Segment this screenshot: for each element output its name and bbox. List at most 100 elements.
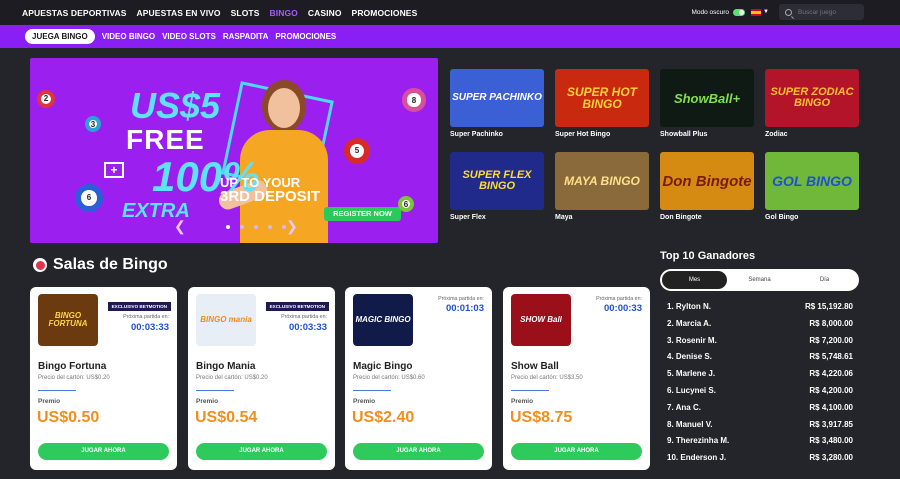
carousel-dot[interactable] — [226, 225, 230, 229]
search-box[interactable] — [779, 4, 864, 20]
winner-row: 9. Therezinha M. R$ 3,480.00 — [667, 436, 853, 453]
play-now-button[interactable]: JUGAR AHORA — [511, 443, 642, 460]
subnav-raspadita[interactable]: RASPADITA — [223, 32, 268, 41]
register-now-button[interactable]: REGISTER NOW — [324, 207, 401, 221]
nav-item-apuestas-deportivas[interactable]: APUESTAS DEPORTIVAS — [22, 8, 127, 18]
card-price: Precio del cartón: US$3.50 — [511, 375, 583, 381]
game-thumbnail[interactable]: SUPER FLEX BINGO — [450, 152, 544, 210]
prize-value: US$2.40 — [352, 409, 415, 426]
carousel-dot[interactable] — [268, 225, 272, 229]
bingo-ball-icon: 6 — [75, 184, 103, 212]
room-name: Show Ball — [511, 361, 559, 372]
room-image[interactable]: BINGO mania — [196, 294, 256, 346]
hero-banner[interactable]: US$5 FREE + 100% EXTRA UP TO YOUR 3RD DE… — [30, 58, 438, 243]
winner-row: 7. Ana C. R$ 4,100.00 — [667, 403, 853, 420]
tab-semana[interactable]: Semana — [727, 271, 792, 289]
game-thumbnail[interactable]: SUPER ZODIAC BINGO — [765, 69, 859, 127]
game-tile[interactable]: SUPER PACHINKO Super Pachinko — [450, 69, 544, 138]
next-game-label: Próxima partida en: — [123, 314, 169, 320]
game-thumbnail[interactable]: SUPER HOT BINGO — [555, 69, 649, 127]
room-name: Bingo Fortuna — [38, 361, 107, 372]
game-thumbnail[interactable]: GOL BINGO — [765, 152, 859, 210]
bingo-ball-icon: 5 — [344, 138, 370, 164]
sub-nav: JUEGA BINGO VIDEO BINGO VIDEO SLOTS RASP… — [0, 25, 900, 48]
carousel-dots — [226, 225, 296, 229]
nav-item-bingo[interactable]: BINGO — [270, 8, 298, 18]
winner-name: 5. Marlene J. — [667, 369, 716, 379]
game-tile[interactable]: SUPER FLEX BINGO Super Flex — [450, 152, 544, 221]
tab-dia[interactable]: Día — [792, 271, 857, 289]
nav-item-promociones[interactable]: PROMOCIONES — [352, 8, 418, 18]
next-game-label: Próxima partida en: — [281, 314, 327, 320]
dark-mode-toggle[interactable] — [733, 8, 746, 16]
play-now-button[interactable]: JUGAR AHORA — [38, 443, 169, 460]
room-card[interactable]: SHOW Ball Próxima partida en: 00:00:33 S… — [503, 287, 650, 470]
room-name: Bingo Mania — [196, 361, 256, 372]
search-input[interactable] — [798, 8, 858, 16]
subnav-promociones[interactable]: PROMOCIONES — [275, 32, 336, 41]
carousel-dot[interactable] — [240, 225, 244, 229]
game-tile[interactable]: GOL BINGO Gol Bingo — [765, 152, 859, 221]
spain-flag-icon[interactable] — [751, 8, 762, 16]
salas-title: Salas de Bingo — [53, 256, 168, 273]
carousel-dot[interactable] — [282, 225, 286, 229]
game-tile[interactable]: Don Bingote Don Bingote — [660, 152, 754, 221]
game-name: Gol Bingo — [765, 214, 799, 221]
game-name: Zodiac — [765, 131, 788, 138]
subnav-video-slots[interactable]: VIDEO SLOTS — [162, 32, 216, 41]
subnav-juega-bingo[interactable]: JUEGA BINGO — [25, 29, 95, 44]
winner-name: 10. Enderson J. — [667, 453, 727, 463]
game-name: Don Bingote — [660, 214, 702, 221]
tab-mes[interactable]: Mes — [662, 271, 727, 289]
game-thumbnail[interactable]: Don Bingote — [660, 152, 754, 210]
winner-row: 3. Rosenir M. R$ 7,200.00 — [667, 336, 853, 353]
top-nav: APUESTAS DEPORTIVAS APUESTAS EN VIVO SLO… — [0, 0, 900, 25]
winner-name: 9. Therezinha M. — [667, 436, 730, 446]
room-image[interactable]: BINGO FORTUNA — [38, 294, 98, 346]
nav-item-slots[interactable]: SLOTS — [231, 8, 260, 18]
winner-row: 1. Rylton N. R$ 15,192.80 — [667, 302, 853, 319]
salas-heading: Salas de Bingo — [33, 256, 168, 274]
play-now-button[interactable]: JUGAR AHORA — [353, 443, 484, 460]
winner-row: 4. Denise S. R$ 5,748.61 — [667, 352, 853, 369]
game-thumbnail[interactable]: MAYA BINGO — [555, 152, 649, 210]
play-now-button[interactable]: JUGAR AHORA — [196, 443, 327, 460]
room-card[interactable]: BINGO FORTUNA EXCLUSIVO BETMOTION Próxim… — [30, 287, 177, 470]
game-tile[interactable]: SUPER HOT BINGO Super Hot Bingo — [555, 69, 649, 138]
winner-name: 4. Denise S. — [667, 352, 712, 362]
carousel-dot[interactable] — [254, 225, 258, 229]
game-tile[interactable]: SUPER ZODIAC BINGO Zodiac — [765, 69, 859, 138]
game-tile[interactable]: MAYA BINGO Maya — [555, 152, 649, 221]
winner-name: 1. Rylton N. — [667, 302, 712, 311]
top-nav-right: Modo oscuro ▼ — [691, 4, 864, 20]
game-thumbnail[interactable]: SUPER PACHINKO — [450, 69, 544, 127]
dark-mode-label: Modo oscuro — [691, 8, 730, 16]
exclusive-badge: EXCLUSIVO BETMOTION — [107, 302, 171, 311]
room-card[interactable]: BINGO mania EXCLUSIVO BETMOTION Próxima … — [188, 287, 335, 470]
game-thumbnail[interactable]: ShowBall+ — [660, 69, 754, 127]
top10-title: Top 10 Ganadores — [660, 250, 756, 262]
room-image[interactable]: MAGIC BINGO — [353, 294, 413, 346]
carousel-prev-icon[interactable]: ❮ — [174, 218, 186, 235]
winner-name: 2. Marcia A. — [667, 318, 712, 328]
bingo-ball-icon — [33, 258, 47, 272]
winner-amount: R$ 5,748.61 — [809, 352, 853, 362]
countdown-timer: 00:01:03 — [445, 303, 484, 314]
winner-row: 10. Enderson J. R$ 3,280.00 — [667, 453, 853, 470]
nav-item-apuestas-en-vivo[interactable]: APUESTAS EN VIVO — [137, 8, 221, 18]
winner-amount: R$ 4,220.06 — [809, 369, 853, 379]
prize-value: US$0.54 — [195, 409, 258, 426]
search-icon — [785, 8, 792, 16]
winners-list: 1. Rylton N. R$ 15,192.80 2. Marcia A. R$ … — [667, 302, 853, 470]
chevron-down-icon[interactable]: ▼ — [763, 9, 769, 15]
winner-name: 6. Lucynei S. — [667, 385, 716, 395]
prize-label: Premio — [196, 398, 219, 405]
nav-item-casino[interactable]: CASINO — [308, 8, 342, 18]
room-card[interactable]: MAGIC BINGO Próxima partida en: 00:01:03… — [345, 287, 492, 470]
subnav-video-bingo[interactable]: VIDEO BINGO — [102, 32, 155, 41]
game-tile[interactable]: ShowBall+ Showball Plus — [660, 69, 754, 138]
game-name: Super Hot Bingo — [555, 131, 611, 138]
winner-name: 3. Rosenir M. — [667, 335, 717, 345]
prize-label: Premio — [511, 398, 534, 405]
room-image[interactable]: SHOW Ball — [511, 294, 571, 346]
